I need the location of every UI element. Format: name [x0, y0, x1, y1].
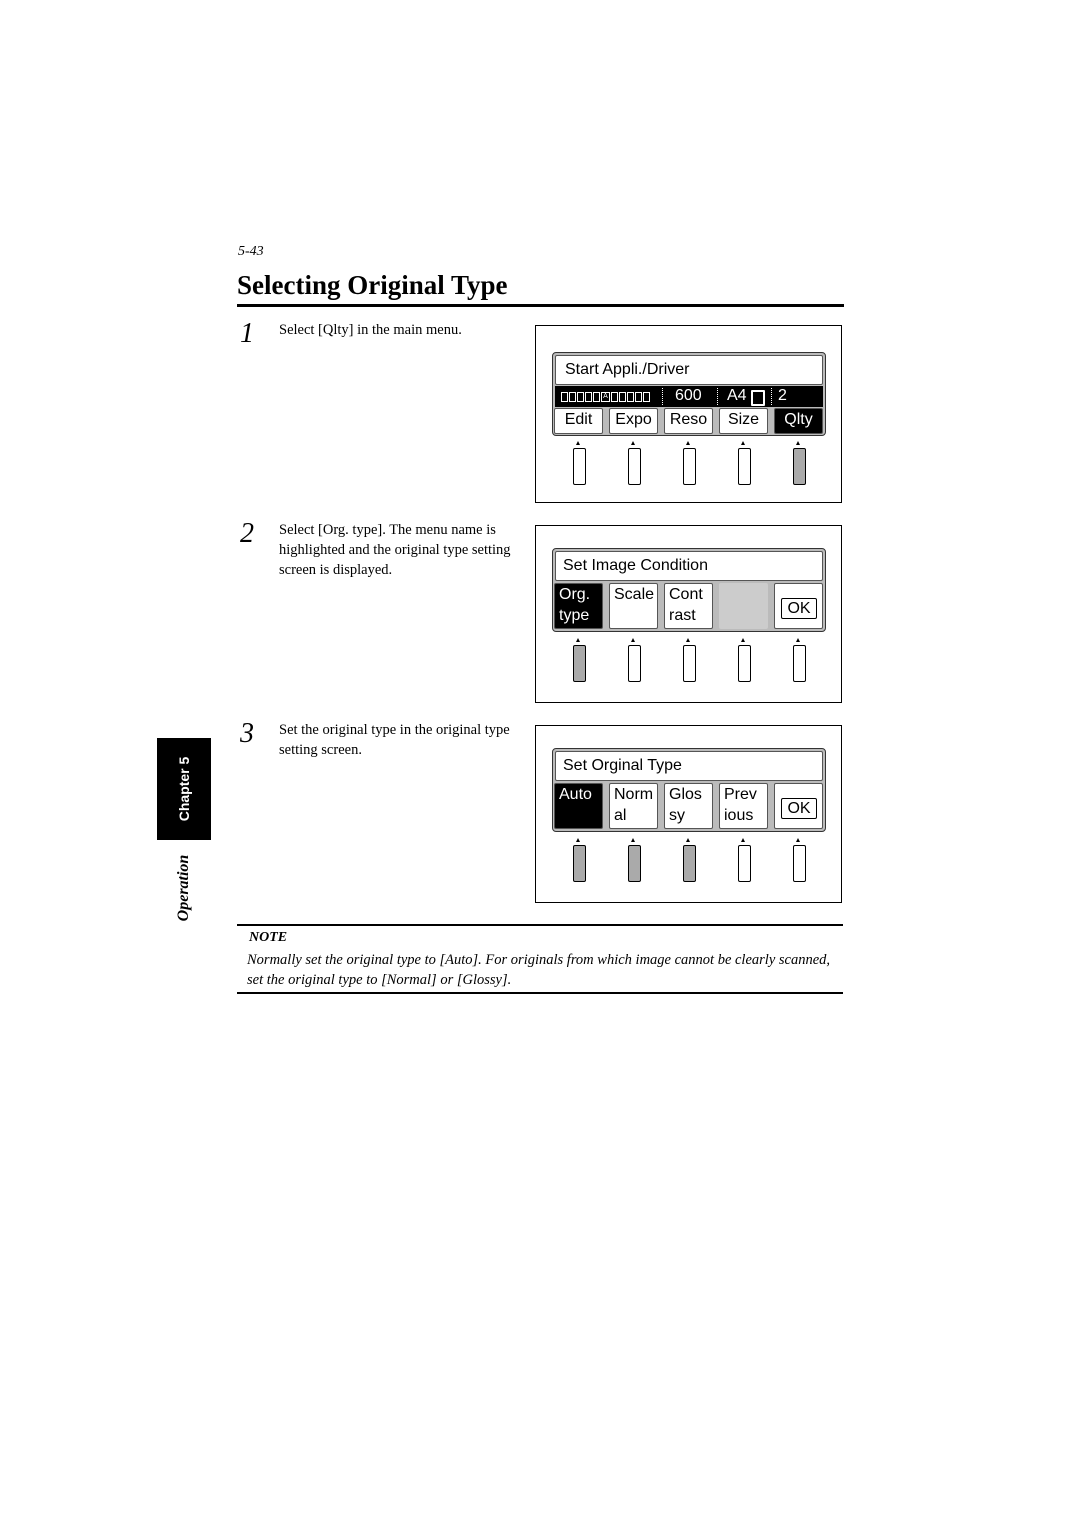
- menu-button-expo[interactable]: Expo: [609, 408, 658, 434]
- section-label: Operation: [175, 854, 192, 922]
- menu-button-qlty[interactable]: Qlty: [774, 408, 823, 434]
- option-previous[interactable]: Prev ious: [719, 783, 768, 829]
- title-rule: [237, 304, 844, 307]
- step-number: 3: [240, 718, 254, 749]
- step-text: Set the original type in the original ty…: [279, 722, 510, 758]
- ok-button[interactable]: OK: [774, 583, 823, 629]
- arrow-up-icon: [686, 638, 690, 642]
- lcd-title: Set Orginal Type: [555, 751, 823, 781]
- option-auto[interactable]: Auto: [554, 783, 603, 829]
- soft-key-4[interactable]: [738, 448, 751, 485]
- menu-button-contrast[interactable]: Cont rast: [664, 583, 713, 629]
- arrow-up-icon: [796, 638, 800, 642]
- soft-key-1[interactable]: [573, 645, 586, 682]
- soft-key-2[interactable]: [628, 448, 641, 485]
- manual-page: 5-43 Selecting Original Type 1 Select [Q…: [0, 0, 1080, 1528]
- ok-button[interactable]: OK: [774, 783, 823, 829]
- soft-key-5[interactable]: [793, 845, 806, 882]
- step-text: Select [Org. type]. The menu name is hig…: [279, 522, 511, 578]
- chapter-tab: Chapter 5: [157, 738, 211, 840]
- menu-button-org-type[interactable]: Org. type: [554, 583, 603, 629]
- soft-key-2[interactable]: [628, 845, 641, 882]
- paper-orientation-icon: [751, 390, 765, 406]
- empty-slot: [719, 583, 768, 629]
- screen-main-menu: Start Appli./Driver A 600 A4 2 Edit Expo…: [535, 325, 842, 503]
- soft-key-5[interactable]: [793, 448, 806, 485]
- arrow-up-icon: [796, 838, 800, 842]
- note-text: Normally set the original type to [Auto]…: [247, 952, 831, 988]
- arrow-up-icon: [741, 441, 745, 445]
- menu-button-edit[interactable]: Edit: [554, 408, 603, 434]
- resolution-value: 600: [675, 387, 702, 404]
- soft-key-3[interactable]: [683, 645, 696, 682]
- page-title: Selecting Original Type: [237, 270, 508, 300]
- step-text: Select [Qlty] in the main menu.: [279, 322, 462, 338]
- arrow-up-icon: [576, 838, 580, 842]
- page-number: 5-43: [238, 244, 264, 259]
- lcd-title: Start Appli./Driver: [555, 355, 823, 385]
- soft-key-3[interactable]: [683, 448, 696, 485]
- screen-image-condition: Set Image Condition Org. type Scale Cont r…: [535, 525, 842, 703]
- note-bottom-rule: [237, 992, 843, 994]
- soft-key-1[interactable]: [573, 448, 586, 485]
- arrow-up-icon: [796, 441, 800, 445]
- arrow-up-icon: [686, 838, 690, 842]
- arrow-up-icon: [576, 638, 580, 642]
- status-bar: A 600 A4 2: [555, 386, 823, 407]
- lcd-display: Set Image Condition Org. type Scale Cont r…: [552, 548, 826, 632]
- arrow-up-icon: [631, 838, 635, 842]
- arrow-up-icon: [741, 838, 745, 842]
- lcd-title: Set Image Condition: [555, 551, 823, 581]
- arrow-up-icon: [741, 638, 745, 642]
- lcd-display: Start Appli./Driver A 600 A4 2 Edit Expo…: [552, 352, 826, 436]
- step-number: 2: [240, 518, 254, 549]
- soft-key-4[interactable]: [738, 645, 751, 682]
- soft-key-1[interactable]: [573, 845, 586, 882]
- soft-key-5[interactable]: [793, 645, 806, 682]
- arrow-up-icon: [576, 441, 580, 445]
- arrow-up-icon: [686, 441, 690, 445]
- option-normal[interactable]: Norm al: [609, 783, 658, 829]
- arrow-up-icon: [631, 638, 635, 642]
- screen-original-type: Set Orginal Type Auto Norm al Glos sy Prev…: [535, 725, 842, 903]
- soft-key-4[interactable]: [738, 845, 751, 882]
- step-number: 1: [240, 318, 254, 349]
- menu-button-reso[interactable]: Reso: [664, 408, 713, 434]
- arrow-up-icon: [631, 441, 635, 445]
- copies-value: 2: [778, 387, 787, 404]
- soft-key-2[interactable]: [628, 645, 641, 682]
- note-top-rule: [237, 924, 843, 926]
- menu-button-size[interactable]: Size: [719, 408, 768, 434]
- lcd-display: Set Orginal Type Auto Norm al Glos sy Prev…: [552, 748, 826, 832]
- soft-key-3[interactable]: [683, 845, 696, 882]
- option-glossy[interactable]: Glos sy: [664, 783, 713, 829]
- note-heading: NOTE: [249, 930, 288, 945]
- exposure-scale-icon: A: [561, 391, 651, 402]
- menu-button-scale[interactable]: Scale: [609, 583, 658, 629]
- paper-size-value: A4: [727, 387, 747, 404]
